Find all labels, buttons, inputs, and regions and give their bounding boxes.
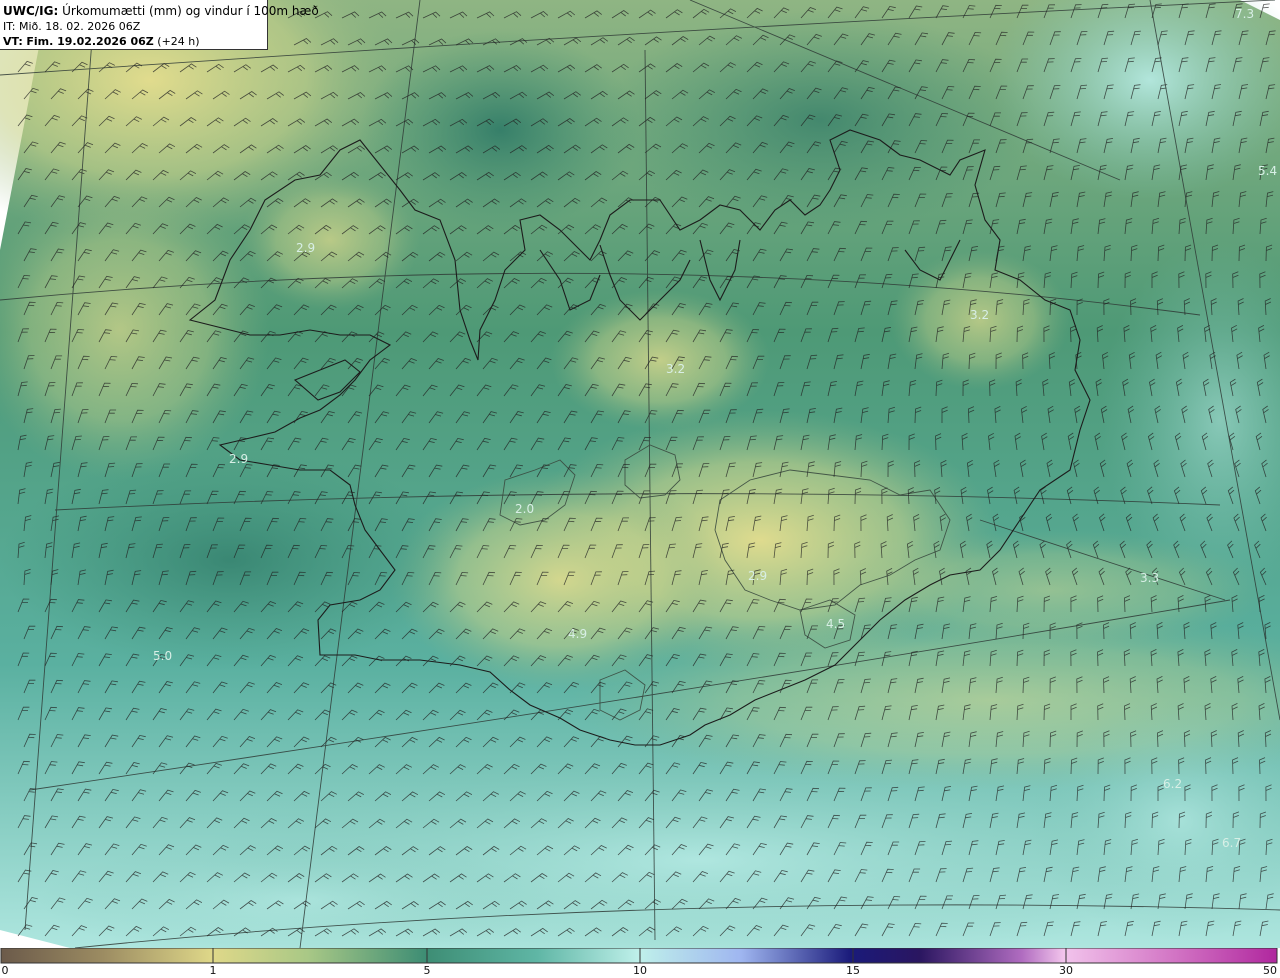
product-label: UWC/IG: <box>3 4 59 18</box>
map-value: 6.7 <box>1222 836 1241 850</box>
map-value: 7.3 <box>1235 7 1254 21</box>
map-value: 5.0 <box>153 649 172 663</box>
colorbar-tick: 15 <box>846 964 860 977</box>
colorbar-tick: 10 <box>633 964 647 977</box>
map-value: 3.3 <box>1140 571 1159 585</box>
colorbar-tick: 5 <box>423 964 431 977</box>
map-value: 2.9 <box>296 241 315 255</box>
valid-prefix: VT: <box>3 35 23 48</box>
colorbar-tick: 1 <box>209 964 217 977</box>
colorbar-tick: 30 <box>1059 964 1073 977</box>
map-value: 3.2 <box>970 308 989 322</box>
init-time: IT: Mið. 18. 02. 2026 06Z <box>3 20 141 33</box>
valid-time: Fim. 19.02.2026 06Z <box>26 35 154 48</box>
map-title: Úrkomumætti (mm) og vindur í 100m hæð <box>62 4 319 18</box>
map-value: 6.2 <box>1163 777 1182 791</box>
colorbar-tick: 0 <box>1 964 9 977</box>
precipitation-map: 7.3 5.4 2.9 3.2 3.2 2.9 2.0 5.0 2.9 3.3 … <box>0 0 1280 948</box>
map-value: 4.9 <box>568 627 587 641</box>
header-info-box: UWC/IG: Úrkomumætti (mm) og vindur í 100… <box>0 0 319 50</box>
map-value: 2.9 <box>748 569 767 583</box>
map-value: 3.2 <box>666 362 685 376</box>
colorbar-tick: 50 <box>1263 964 1277 977</box>
colorbar-scale <box>0 948 1278 964</box>
map-value: 2.9 <box>229 452 248 466</box>
title-line: UWC/IG: Úrkomumætti (mm) og vindur í 100… <box>3 4 319 19</box>
map-value: 2.0 <box>515 502 534 516</box>
valid-time-line: VT: Fim. 19.02.2026 06Z (+24 h) <box>3 34 267 49</box>
valid-offset: (+24 h) <box>157 35 200 48</box>
map-value: 5.4 <box>1258 164 1277 178</box>
map-value: 4.5 <box>826 617 845 631</box>
colorbar: 0 1 5 10 15 30 50 <box>0 948 1280 978</box>
